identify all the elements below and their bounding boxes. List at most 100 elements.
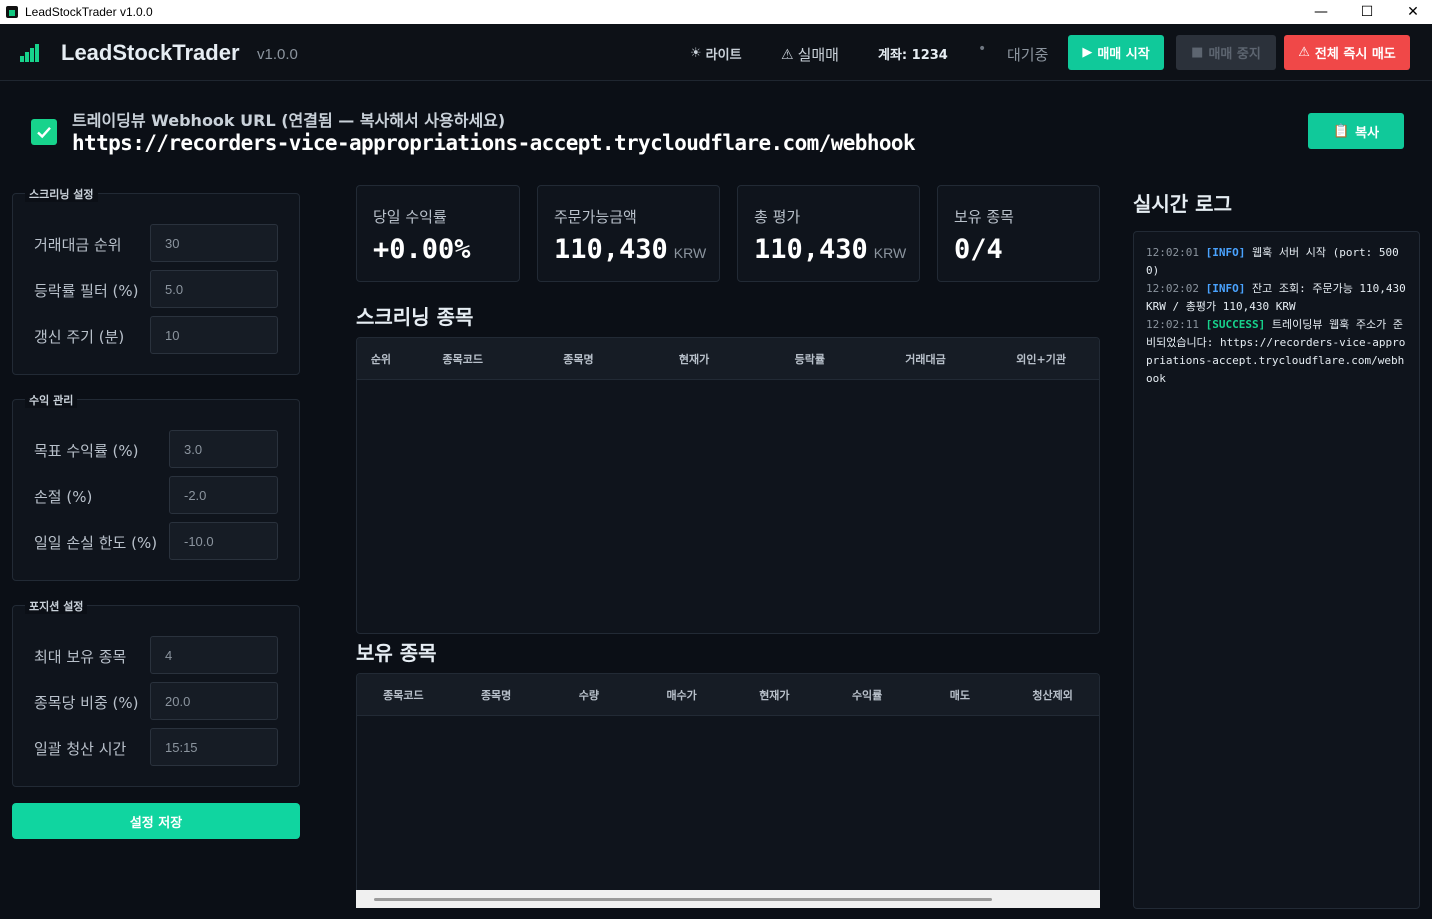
daily-loss-limit-input[interactable]: -10.0 bbox=[169, 522, 278, 560]
log-title: 실시간 로그 bbox=[1133, 192, 1232, 216]
profit-settings-title: 수익 관리 bbox=[25, 392, 78, 408]
log-panel[interactable]: 12:02:01 [INFO] 웹훅 서버 시작 (port: 5000) 12:… bbox=[1133, 231, 1420, 909]
stat-value: 110,430 KRW bbox=[554, 234, 706, 265]
stat-title: 총 평가 bbox=[754, 208, 801, 226]
holdings-table-header: 종목코드 종목명 수량 매수가 현재가 수익률 매도 청산제외 bbox=[357, 674, 1099, 716]
liquidation-time-label: 일괄 청산 시간 bbox=[34, 740, 127, 758]
column-header[interactable]: 청산제외 bbox=[1006, 687, 1099, 703]
profit-settings-group: 수익 관리 목표 수익률 (%) 3.0 손절 (%) -2.0 일일 손실 한… bbox=[12, 392, 300, 581]
column-header[interactable]: 외인+기관 bbox=[983, 351, 1099, 367]
stat-card-total-valuation: 총 평가 110,430 KRW bbox=[737, 185, 920, 282]
app-name: LeadStockTrader bbox=[61, 40, 240, 65]
log-level: [SUCCESS] bbox=[1205, 318, 1266, 331]
screening-table-header: 순위 종목코드 종목명 현재가 등락률 거래대금 외인+기관 bbox=[357, 338, 1099, 380]
horizontal-scrollbar[interactable] bbox=[356, 890, 1100, 908]
start-trading-button[interactable]: ▶ 매매 시작 bbox=[1068, 35, 1164, 70]
stat-title: 보유 종목 bbox=[954, 208, 1014, 226]
stat-title: 당일 수익률 bbox=[373, 208, 447, 226]
column-header[interactable]: 수익률 bbox=[821, 687, 914, 703]
clipboard-icon: 📋 bbox=[1332, 123, 1350, 139]
minimize-button[interactable]: — bbox=[1298, 0, 1344, 24]
refresh-interval-label: 갱신 주기 (분) bbox=[34, 328, 125, 346]
webhook-url[interactable]: https://recorders-vice-appropriations-ac… bbox=[72, 131, 916, 155]
log-time: 12:02:02 bbox=[1146, 282, 1199, 295]
column-header[interactable]: 거래대금 bbox=[868, 351, 984, 367]
column-header[interactable]: 종목명 bbox=[450, 687, 543, 703]
app-version: v1.0.0 bbox=[257, 46, 298, 63]
copy-button-label: 복사 bbox=[1355, 125, 1380, 141]
stat-value: 110,430 KRW bbox=[754, 234, 906, 265]
screening-settings-title: 스크리닝 설정 bbox=[25, 186, 98, 202]
theme-toggle-label: 라이트 bbox=[705, 48, 742, 63]
holdings-table: 종목코드 종목명 수량 매수가 현재가 수익률 매도 청산제외 bbox=[356, 673, 1100, 891]
theme-toggle[interactable]: ☀ 라이트 bbox=[690, 44, 742, 63]
play-icon: ▶ bbox=[1082, 45, 1093, 60]
column-header[interactable]: 매수가 bbox=[635, 687, 728, 703]
stop-icon: ■ bbox=[1191, 45, 1204, 60]
column-header[interactable]: 종목코드 bbox=[405, 351, 521, 367]
position-settings-group: 포지션 설정 최대 보유 종목 4 종목당 비중 (%) 20.0 일괄 청산 … bbox=[12, 598, 300, 787]
window-titlebar: LeadStockTrader v1.0.0 — ☐ ✕ bbox=[0, 0, 1432, 24]
connected-check-icon bbox=[31, 119, 57, 145]
app-header: LeadStockTrader v1.0.0 ☀ 라이트 ⚠ 실매매 계좌: 1… bbox=[0, 24, 1432, 81]
copy-button[interactable]: 📋 복사 bbox=[1308, 113, 1404, 149]
screening-settings-group: 스크리닝 설정 거래대금 순위 30 등락률 필터 (%) 5.0 갱신 주기 … bbox=[12, 186, 300, 375]
status-dot-icon: • bbox=[978, 41, 987, 57]
stat-number: 0/4 bbox=[954, 234, 1003, 265]
mode-indicator[interactable]: ⚠ 실매매 bbox=[781, 44, 839, 65]
chart-logo-icon bbox=[20, 44, 40, 62]
stop-trading-button[interactable]: ■ 매매 중지 bbox=[1176, 35, 1276, 70]
status-label: 대기중 bbox=[1007, 46, 1049, 64]
column-header[interactable]: 종목코드 bbox=[357, 687, 450, 703]
change-filter-label: 등락률 필터 (%) bbox=[34, 282, 139, 300]
mode-label: 실매매 bbox=[797, 46, 839, 64]
column-header[interactable]: 현재가 bbox=[728, 687, 821, 703]
stat-number: +0.00% bbox=[373, 234, 471, 265]
screening-rank-input[interactable]: 30 bbox=[150, 224, 278, 262]
change-filter-input[interactable]: 5.0 bbox=[150, 270, 278, 308]
app-icon bbox=[6, 6, 18, 18]
webhook-label: 트레이딩뷰 Webhook URL (연결됨 — 복사해서 사용하세요) bbox=[72, 111, 506, 130]
column-header[interactable]: 순위 bbox=[357, 351, 405, 367]
account-label: 계좌: 1234 bbox=[878, 48, 948, 63]
column-header[interactable]: 수량 bbox=[543, 687, 636, 703]
max-holdings-input[interactable]: 4 bbox=[150, 636, 278, 674]
log-time: 12:02:01 bbox=[1146, 246, 1199, 259]
stop-loss-input[interactable]: -2.0 bbox=[169, 476, 278, 514]
max-holdings-label: 최대 보유 종목 bbox=[34, 648, 127, 666]
refresh-interval-input[interactable]: 10 bbox=[150, 316, 278, 354]
log-entry: 12:02:02 [INFO] 잔고 조회: 주문가능 110,430 KRW … bbox=[1146, 280, 1407, 316]
target-profit-input[interactable]: 3.0 bbox=[169, 430, 278, 468]
stat-card-daily-return: 당일 수익률 +0.00% bbox=[356, 185, 520, 282]
column-header[interactable]: 현재가 bbox=[636, 351, 752, 367]
stop-trading-label: 매매 중지 bbox=[1208, 47, 1261, 62]
column-header[interactable]: 매도 bbox=[914, 687, 1007, 703]
log-level: [INFO] bbox=[1205, 282, 1246, 295]
liquidation-time-input[interactable]: 15:15 bbox=[150, 728, 278, 766]
maximize-button[interactable]: ☐ bbox=[1344, 0, 1390, 24]
sell-all-button[interactable]: ⚠ 전체 즉시 매도 bbox=[1284, 35, 1410, 70]
sell-all-label: 전체 즉시 매도 bbox=[1314, 47, 1396, 62]
stat-value: 0/4 bbox=[954, 234, 1003, 265]
sun-icon: ☀ bbox=[690, 46, 702, 61]
save-settings-button[interactable]: 설정 저장 bbox=[12, 803, 300, 839]
column-header[interactable]: 종목명 bbox=[521, 351, 637, 367]
position-settings-title: 포지션 설정 bbox=[25, 598, 88, 614]
log-entry: 12:02:01 [INFO] 웹훅 서버 시작 (port: 5000) bbox=[1146, 244, 1407, 280]
stat-number: 110,430 bbox=[554, 234, 668, 265]
log-entry: 12:02:11 [SUCCESS] 트레이딩뷰 웹훅 주소가 준비되었습니다:… bbox=[1146, 316, 1407, 388]
screening-table-title: 스크리닝 종목 bbox=[356, 305, 474, 329]
stop-loss-label: 손절 (%) bbox=[34, 488, 93, 506]
scrollbar-thumb[interactable] bbox=[374, 898, 992, 901]
stat-title: 주문가능금액 bbox=[554, 208, 637, 226]
daily-loss-limit-label: 일일 손실 한도 (%) bbox=[34, 534, 158, 552]
column-header[interactable]: 등락률 bbox=[752, 351, 868, 367]
stat-value: +0.00% bbox=[373, 234, 471, 265]
weight-per-stock-input[interactable]: 20.0 bbox=[150, 682, 278, 720]
holdings-table-title: 보유 종목 bbox=[356, 641, 437, 665]
close-button[interactable]: ✕ bbox=[1390, 0, 1432, 24]
weight-per-stock-label: 종목당 비중 (%) bbox=[34, 694, 139, 712]
start-trading-label: 매매 시작 bbox=[1097, 47, 1150, 62]
screening-table: 순위 종목코드 종목명 현재가 등락률 거래대금 외인+기관 bbox=[356, 337, 1100, 634]
target-profit-label: 목표 수익률 (%) bbox=[34, 442, 139, 460]
